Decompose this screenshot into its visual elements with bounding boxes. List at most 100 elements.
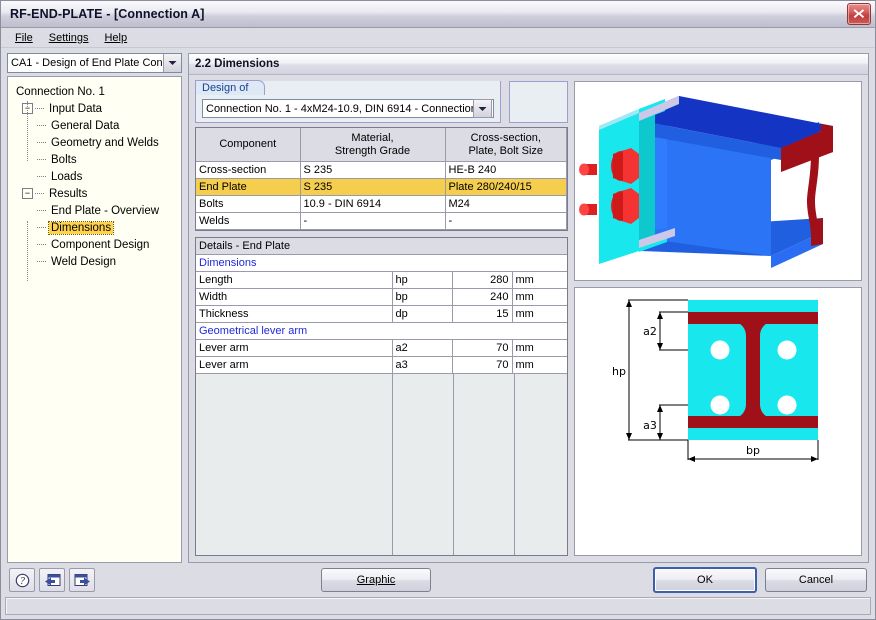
table-row[interactable]: Width bp 240 mm [196,288,567,306]
graphics-column: hp a2 a3 bp [574,81,862,556]
sidebar-item-label: Loads [51,170,83,183]
sidebar-item-label: General Data [51,119,120,132]
cell-component: Cross-section [196,161,301,179]
table-row[interactable]: Bolts 10.9 - DIN 6914 M24 [196,195,567,213]
header-line: Plate, Bolt Size [468,144,544,157]
connection-3d-view[interactable] [574,81,862,281]
sidebar-item-label: Geometry and Welds [51,136,159,149]
cell-unit: mm [512,305,567,323]
info-groupbox [509,81,568,123]
case-selector-combo[interactable]: CA1 - Design of End Plate Conr [7,53,182,73]
application-window: RF-END-PLATE - [Connection A] File Setti… [0,0,876,620]
tree-root[interactable]: Connection No. 1 [14,83,177,100]
cell-section: - [445,212,567,230]
graphic-button[interactable]: Graphic [321,568,431,592]
close-icon [853,9,865,18]
header-line: Component [219,138,277,150]
cell-label: Thickness [196,305,393,323]
menu-file[interactable]: File [7,30,41,46]
tree-connector [37,141,46,144]
details-section-label: Dimensions [196,254,567,272]
cell-unit: mm [512,288,567,306]
cell-unit: mm [512,339,567,357]
help-button[interactable]: ? [9,568,35,592]
table-row[interactable]: Thickness dp 15 mm [196,305,567,323]
sidebar-item-weld-design[interactable]: Weld Design [14,253,177,270]
cell-symbol: hp [392,271,453,289]
next-icon [74,573,90,586]
table-row-selected[interactable]: End Plate S 235 Plate 280/240/15 [196,178,567,196]
cell-label: Length [196,271,393,289]
table-row[interactable]: Welds - - [196,212,567,230]
chevron-down-icon[interactable] [163,54,181,72]
table-row[interactable]: Length hp 280 mm [196,271,567,289]
cell-symbol: a2 [392,339,453,357]
cancel-button[interactable]: Cancel [765,568,867,592]
cell-symbol: dp [392,305,453,323]
cell-value: 280 [452,271,513,289]
sidebar-item-bolts[interactable]: Bolts [14,151,177,168]
header-line: Cross-section, [470,131,541,144]
ok-button[interactable]: OK [653,567,757,593]
status-bar [5,597,871,615]
sidebar-item-geometry-and-welds[interactable]: Geometry and Welds [14,134,177,151]
cell-component: End Plate [196,178,301,196]
sidebar-item-dimensions[interactable]: Dimensions [14,219,177,236]
column-header-section: Cross-section, Plate, Bolt Size [445,128,567,162]
design-of-legend: Design of [195,80,266,95]
design-selector-combo[interactable]: Connection No. 1 - 4xM24-10.9, DIN 6914 … [202,99,494,118]
component-table: Component Material, Strength Grade Cross-… [195,127,568,231]
cell-value: 70 [452,339,513,357]
sidebar-item-general-data[interactable]: General Data [14,117,177,134]
design-of-row: Design of Connection No. 1 - 4xM24-10.9,… [195,80,568,125]
header-line: Material, [351,131,394,144]
sidebar-item-label: Weld Design [51,255,116,268]
column-header-component: Component [196,128,301,162]
cell-unit: mm [512,356,567,374]
cell-material: S 235 [300,161,446,179]
tree-guide-line [27,101,29,161]
table-row[interactable]: Lever arm a2 70 mm [196,339,567,357]
menu-settings[interactable]: Settings [41,30,97,46]
sidebar-item-component-design[interactable]: Component Design [14,236,177,253]
page-title: 2.2 Dimensions [189,54,868,75]
menu-settings-label: Settings [48,31,89,44]
table-row[interactable]: Cross-section S 235 HE-B 240 [196,161,567,179]
tree-connector [37,158,46,161]
close-button[interactable] [847,3,871,25]
empty-column [196,374,393,555]
tree-group-input-data[interactable]: − Input Data [14,100,177,117]
details-section-label: Geometrical lever arm [196,322,567,340]
menu-help[interactable]: Help [96,30,135,46]
previous-page-button[interactable] [39,568,65,592]
empty-column [393,374,454,555]
tree-connector [37,209,46,212]
tree-connector [37,260,46,263]
title-bar: RF-END-PLATE - [Connection A] [1,1,875,28]
footer-toolbar: ? Graphic OK Cancel [1,563,875,597]
dimension-drawing: hp a2 a3 bp [575,288,861,470]
cell-component: Welds [196,212,301,230]
collapse-icon[interactable]: − [22,188,33,199]
tree-connector [37,175,46,178]
help-icon: ? [15,573,29,587]
header-line: Strength Grade [334,144,411,157]
cell-component: Bolts [196,195,301,213]
tree-group-results[interactable]: − Results [14,185,177,202]
table-header-row: Component Material, Strength Grade Cross-… [196,128,567,162]
tree-guide-line [27,221,29,281]
design-of-groupbox: Design of Connection No. 1 - 4xM24-10.9,… [195,80,501,123]
details-table: Details - End Plate Dimensions Length hp… [195,237,568,556]
chevron-down-icon[interactable] [473,99,492,118]
end-plate-dimension-drawing[interactable]: hp a2 a3 bp [574,287,862,556]
sidebar-item-loads[interactable]: Loads [14,168,177,185]
next-page-button[interactable] [69,568,95,592]
sidebar-item-end-plate-overview[interactable]: End Plate - Overview [14,202,177,219]
main-body: CA1 - Design of End Plate Conr Connectio… [1,48,875,563]
tree-connector [35,192,44,195]
cell-section: Plate 280/240/15 [445,178,567,196]
navigation-tree: Connection No. 1 − Input Data General Da… [7,76,182,563]
cell-label: Lever arm [196,339,393,357]
table-row[interactable]: Lever arm a3 70 mm [196,356,567,374]
details-title-row: Details - End Plate [196,238,567,255]
